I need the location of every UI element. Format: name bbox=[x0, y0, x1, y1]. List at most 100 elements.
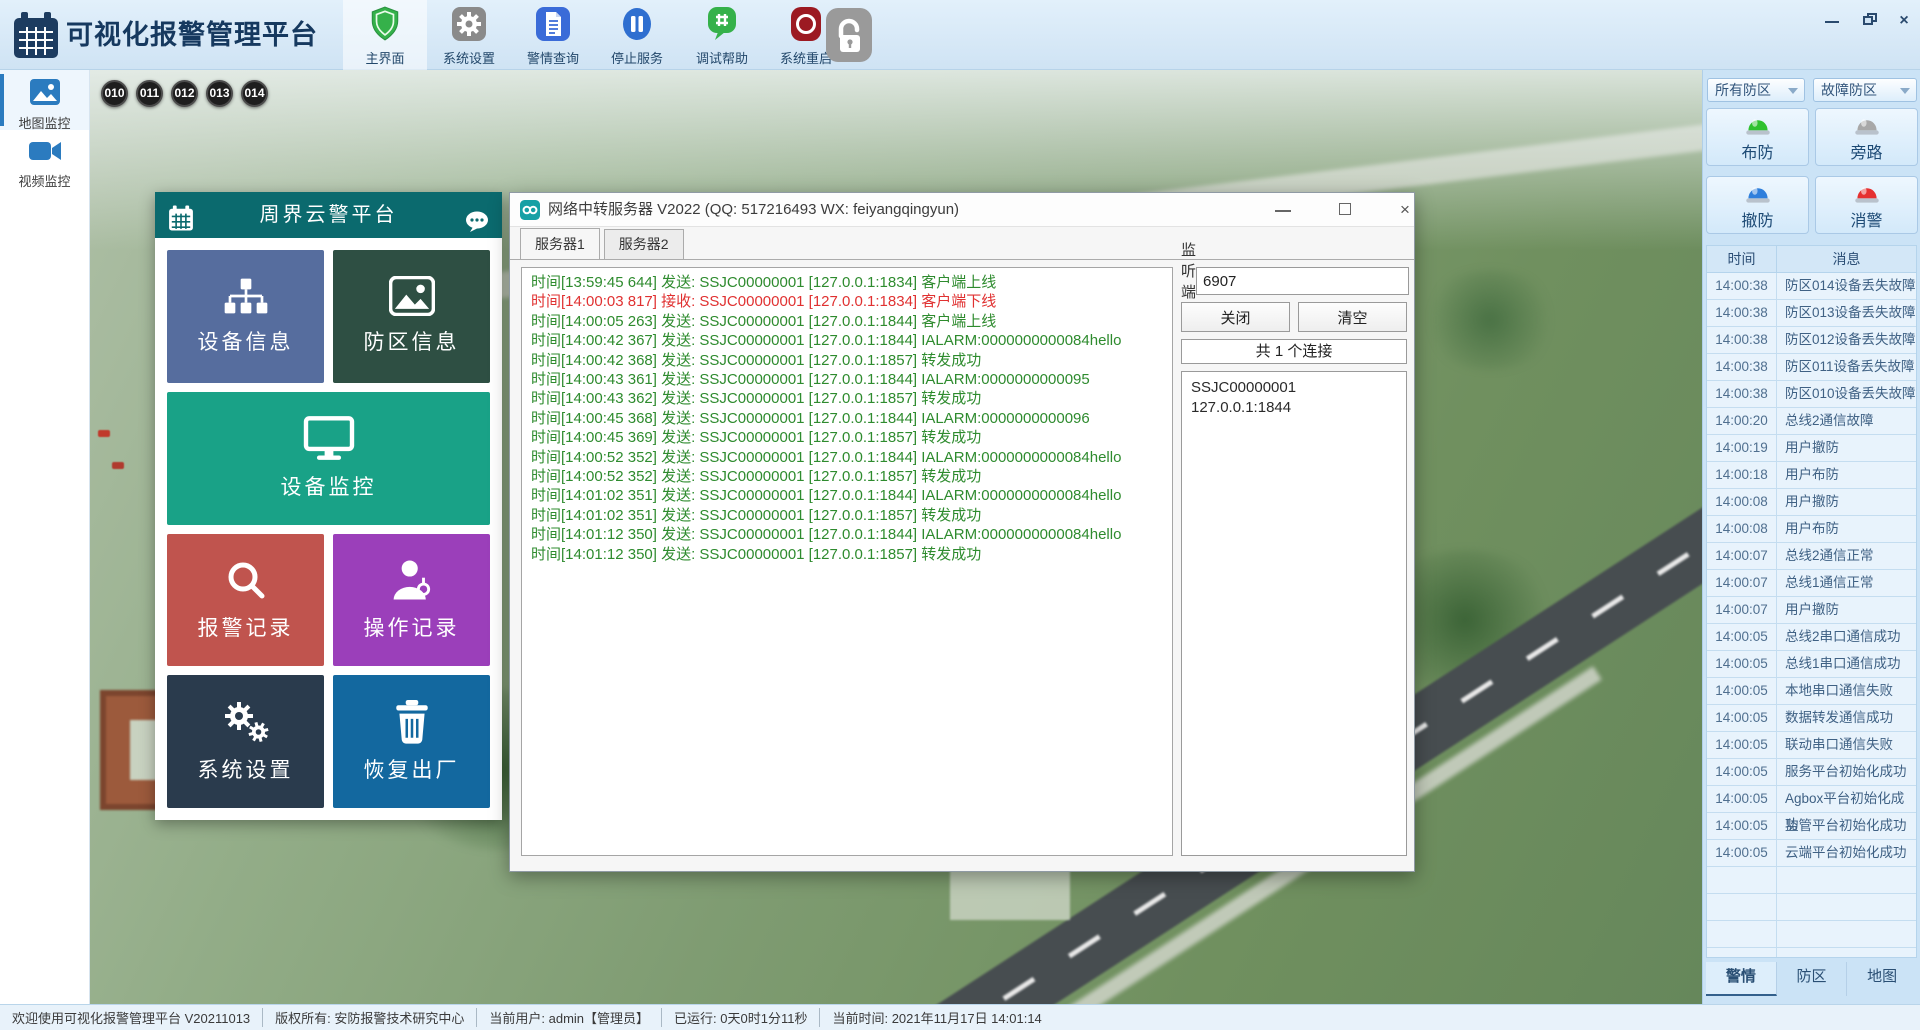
pause-icon bbox=[623, 8, 651, 40]
log-line: 时间[14:00:52 352] 发送: SSJC00000001 [127.0… bbox=[531, 468, 982, 486]
alarm-row[interactable] bbox=[1707, 867, 1916, 894]
tile-factory-reset[interactable]: 恢复出厂 bbox=[333, 675, 490, 808]
alarm-row[interactable]: 14:00:08 用户撤防 bbox=[1707, 489, 1916, 516]
alarm-row[interactable]: 14:00:05 云端平台初始化成功 bbox=[1707, 840, 1916, 867]
dialog-close-button[interactable]: × bbox=[1388, 199, 1422, 221]
alarm-row[interactable]: 14:00:05 数据转发通信成功 bbox=[1707, 705, 1916, 732]
sidebar-item-label: 视频监控 bbox=[18, 174, 71, 189]
alarm-row[interactable] bbox=[1707, 894, 1916, 921]
restore-button[interactable] bbox=[1854, 10, 1882, 32]
log-line: 时间[14:00:42 367] 发送: SSJC00000001 [127.0… bbox=[531, 332, 1122, 350]
alarm-row[interactable]: 14:00:20 总线2通信故障 bbox=[1707, 408, 1916, 435]
tile-label: 报警记录 bbox=[197, 616, 294, 640]
listen-port-input[interactable] bbox=[1196, 267, 1410, 295]
toolbar-item-settings[interactable]: 系统设置 bbox=[427, 0, 511, 70]
alarm-row[interactable]: 14:00:38 防区010设备丢失故障 bbox=[1707, 381, 1916, 408]
gears-icon bbox=[224, 701, 269, 742]
toolbar-item-home[interactable]: 主界面 bbox=[343, 0, 427, 70]
alarm-action-button[interactable]: 撤防 bbox=[1706, 176, 1809, 234]
toolbar-item-alarm-query[interactable]: 警情查询 bbox=[511, 0, 595, 70]
alarm-row[interactable] bbox=[1707, 948, 1916, 957]
alarm-row[interactable]: 14:00:18 用户布防 bbox=[1707, 462, 1916, 489]
alarm-row[interactable]: 14:00:07 用户撤防 bbox=[1707, 597, 1916, 624]
status-segment: 已运行: 0天0时1分11秒 bbox=[661, 1008, 819, 1027]
zone-marker[interactable]: 014 bbox=[241, 80, 268, 107]
alarm-rows: 14:00:38 防区014设备丢失故障 14:00:38 防区013设备丢失故障 … bbox=[1707, 273, 1916, 957]
dialog-tabs: 服务器1 服务器2 bbox=[520, 228, 684, 259]
column-header-time: 时间 bbox=[1707, 246, 1777, 272]
unlock-icon[interactable] bbox=[826, 8, 872, 67]
tile-zone-info[interactable]: 防区信息 bbox=[333, 250, 490, 383]
connection-count: 共 1 个连接 bbox=[1181, 339, 1407, 364]
tab-server2[interactable]: 服务器2 bbox=[603, 229, 684, 259]
zone-marker[interactable]: 012 bbox=[171, 80, 198, 107]
server-log[interactable]: 时间[13:59:45 644] 发送: SSJC00000001 [127.0… bbox=[521, 267, 1173, 856]
alarm-row[interactable]: 14:00:05 总线2串口通信成功 bbox=[1707, 624, 1916, 651]
app-title: 可视化报警管理平台 bbox=[66, 20, 318, 50]
zone-marker[interactable]: 010 bbox=[101, 80, 128, 107]
alarm-side-panel: 所有防区 故障防区 布防 旁路 撤防 消警 时间 消息 14:00:38 防区0… bbox=[1702, 70, 1920, 1004]
tile-operation-records[interactable]: 操作记录 bbox=[333, 533, 490, 667]
alarm-row[interactable]: 14:00:05 服务平台初始化成功 bbox=[1707, 759, 1916, 786]
tab-server1[interactable]: 服务器1 bbox=[520, 228, 600, 259]
tile-system-settings[interactable]: 系统设置 bbox=[167, 675, 324, 808]
fault-filter-select[interactable]: 故障防区 bbox=[1813, 78, 1917, 102]
alarm-row[interactable]: 14:00:38 防区013设备丢失故障 bbox=[1707, 300, 1916, 327]
alarm-row[interactable]: 14:00:38 防区014设备丢失故障 bbox=[1707, 273, 1916, 300]
alarm-row[interactable]: 14:00:38 防区012设备丢失故障 bbox=[1707, 327, 1916, 354]
connection-list[interactable]: SSJC00000001 127.0.0.1:1844 bbox=[1181, 371, 1407, 856]
alarm-action-button[interactable]: 消警 bbox=[1815, 176, 1918, 234]
alarm-row[interactable]: 14:00:07 总线2通信正常 bbox=[1707, 543, 1916, 570]
alarm-tab[interactable]: 警情 bbox=[1706, 962, 1777, 996]
panel-header: 周界云警平台 bbox=[155, 192, 502, 238]
tile-label: 防区信息 bbox=[363, 331, 460, 355]
tile-alarm-records[interactable]: 报警记录 bbox=[167, 533, 324, 667]
close-button[interactable]: × bbox=[1890, 10, 1918, 32]
alarm-action-button[interactable]: 旁路 bbox=[1815, 108, 1918, 166]
status-segment: 当前时间: 2021年11月17日 14:01:14 bbox=[819, 1008, 1053, 1027]
tile-device-monitor[interactable]: 设备监控 bbox=[167, 391, 490, 525]
alarm-table[interactable]: 时间 消息 14:00:38 防区014设备丢失故障 14:00:38 防区013设… bbox=[1706, 245, 1917, 958]
tile-device-info[interactable]: 设备信息 bbox=[167, 250, 324, 383]
close-server-button[interactable]: 关闭 bbox=[1181, 302, 1290, 332]
zone-marker[interactable]: 011 bbox=[136, 80, 163, 107]
log-line: 时间[13:59:45 644] 发送: SSJC00000001 [127.0… bbox=[531, 274, 997, 291]
dialog-minimize-button[interactable] bbox=[1266, 199, 1300, 221]
log-line: 时间[14:00:52 352] 发送: SSJC00000001 [127.0… bbox=[531, 448, 1122, 466]
sidebar-item-map-monitor[interactable]: 地图监控 bbox=[0, 70, 89, 131]
alarm-row[interactable]: 14:00:05 总线1串口通信成功 bbox=[1707, 651, 1916, 678]
log-line: 时间[14:01:12 350] 发送: SSJC00000001 [127.0… bbox=[531, 526, 1122, 544]
alarm-row[interactable]: 14:00:05 联动串口通信失败 bbox=[1707, 732, 1916, 759]
tile-label: 设备监控 bbox=[280, 476, 377, 500]
map-car bbox=[98, 430, 110, 437]
alarm-action-button[interactable]: 布防 bbox=[1706, 108, 1809, 166]
minimize-button[interactable] bbox=[1818, 10, 1846, 32]
trash-icon bbox=[395, 699, 428, 744]
zone-marker[interactable]: 013 bbox=[206, 80, 233, 107]
sidebar-item-video-monitor[interactable]: 视频监控 bbox=[0, 130, 89, 190]
toolbar-item-stop-service[interactable]: 停止服务 bbox=[595, 0, 679, 70]
alarm-row[interactable]: 14:00:05 本地串口通信失败 bbox=[1707, 678, 1916, 705]
alarm-row[interactable]: 14:00:05 监管平台初始化成功 bbox=[1707, 813, 1916, 840]
alarm-tab[interactable]: 地图 bbox=[1847, 962, 1917, 996]
alarm-row[interactable]: 14:00:19 用户撤防 bbox=[1707, 435, 1916, 462]
alarm-row[interactable] bbox=[1707, 921, 1916, 948]
tile-label: 恢复出厂 bbox=[363, 758, 460, 782]
gear-icon bbox=[452, 7, 486, 41]
connection-item[interactable]: SSJC00000001 127.0.0.1:1844 bbox=[1191, 378, 1397, 418]
alarm-row[interactable]: 14:00:05 Agbox平台初始化成功 bbox=[1707, 786, 1916, 832]
dialog-maximize-button[interactable] bbox=[1328, 199, 1362, 221]
zone-filter-select[interactable]: 所有防区 bbox=[1707, 78, 1805, 102]
log-line: 时间[14:00:05 263] 发送: SSJC00000001 [127.0… bbox=[531, 312, 997, 330]
alarm-row[interactable]: 14:00:07 总线1通信正常 bbox=[1707, 570, 1916, 597]
alarm-row[interactable]: 14:00:08 用户布防 bbox=[1707, 516, 1916, 543]
chevron-down-icon bbox=[1788, 88, 1798, 94]
toolbar-item-debug-help[interactable]: 调试帮助 bbox=[680, 0, 764, 70]
dialog-title-bar[interactable]: 网络中转服务器 V2022 (QQ: 517216493 WX: feiyang… bbox=[510, 193, 1414, 227]
monitor-icon bbox=[303, 416, 354, 461]
alarm-row[interactable]: 14:00:38 防区011设备丢失故障 bbox=[1707, 354, 1916, 381]
toolbar-item-label: 停止服务 bbox=[610, 51, 663, 66]
clear-log-button[interactable]: 清空 bbox=[1298, 302, 1407, 332]
alarm-actions: 布防 旁路 撤防 消警 bbox=[1706, 108, 1918, 234]
alarm-tab[interactable]: 防区 bbox=[1777, 962, 1848, 996]
